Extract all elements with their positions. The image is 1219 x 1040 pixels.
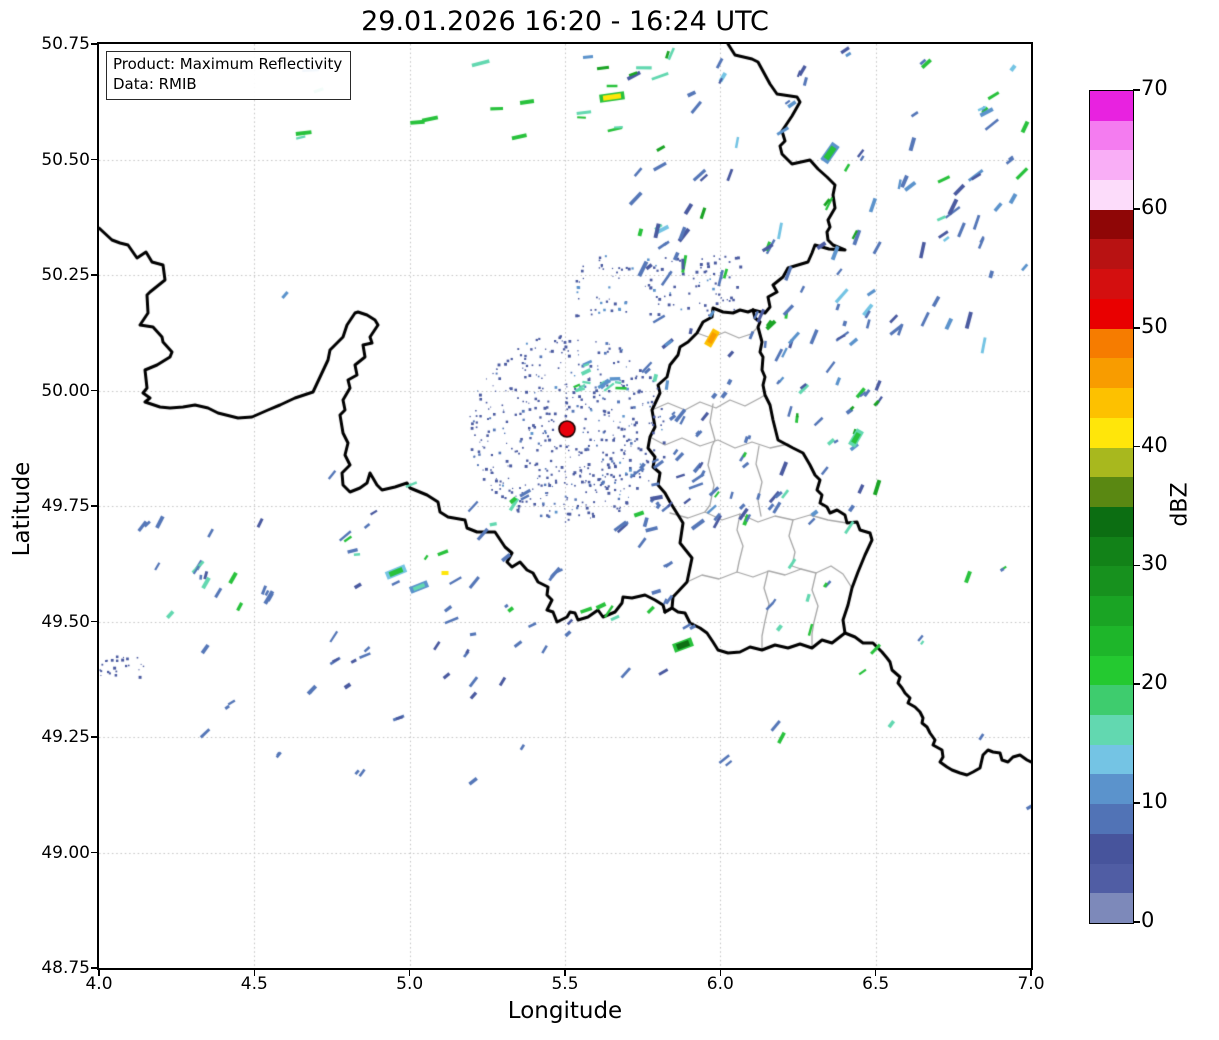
y-tick-mark [91, 43, 97, 45]
y-tick-mark [91, 620, 97, 623]
colorbar-band [1090, 150, 1133, 181]
colorbar-band [1090, 744, 1133, 775]
colorbar-tick-mark [1133, 208, 1140, 210]
colorbar-band [1090, 506, 1133, 537]
colorbar-tick-label: 10 [1141, 789, 1168, 814]
x-tick-label: 5.5 [551, 974, 579, 994]
colorbar-band [1090, 477, 1133, 507]
colorbar-band [1090, 328, 1133, 359]
x-axis-label: Longitude [507, 998, 623, 1024]
x-tick-mark [253, 970, 256, 976]
map-canvas [99, 44, 1031, 968]
colorbar-tick-label: 50 [1141, 313, 1168, 338]
colorbar-band [1090, 655, 1133, 686]
y-tick-mark [91, 736, 97, 738]
colorbar-band [1090, 358, 1133, 389]
colorbar-tick-label: 60 [1141, 194, 1168, 219]
info-data-line: Data: RMIB [113, 75, 197, 94]
colorbar-tick-mark [1133, 89, 1140, 91]
y-tick-label: 49.50 [41, 611, 90, 632]
x-tick-label: 6.5 [862, 974, 890, 994]
x-tick-label: 4.5 [240, 974, 268, 994]
y-tick-label: 49.00 [41, 842, 90, 863]
colorbar-tick-label: 40 [1141, 432, 1168, 457]
colorbar-axis-label: dBZ [1167, 482, 1193, 527]
x-tick-mark [408, 970, 411, 976]
colorbar-tick-mark [1133, 921, 1140, 923]
colorbar-tick-mark [1133, 326, 1140, 329]
chart-title: 29.01.2026 16:20 - 16:24 UTC [361, 6, 769, 37]
colorbar-band [1090, 625, 1133, 656]
y-tick-mark [91, 967, 97, 969]
colorbar-tick-label: 70 [1141, 76, 1168, 100]
colorbar-band [1090, 833, 1133, 864]
y-tick-mark [91, 389, 97, 392]
colorbar-band [1090, 180, 1133, 210]
map-plot-area [97, 42, 1033, 970]
info-product-line: Product: Maximum Reflectivity [113, 55, 343, 73]
x-tick-mark [98, 970, 100, 976]
y-tick-mark [91, 505, 97, 507]
y-tick-mark [91, 851, 97, 854]
colorbar-tick-label: 0 [1141, 908, 1155, 932]
x-tick-label: 7.0 [1017, 974, 1045, 994]
y-tick-label: 48.75 [41, 958, 90, 978]
colorbar-band [1090, 774, 1133, 805]
y-tick-label: 50.00 [41, 380, 90, 401]
colorbar-band [1090, 120, 1133, 151]
x-tick-label: 6.0 [706, 974, 734, 994]
colorbar-band [1090, 90, 1133, 121]
x-tick-mark [719, 970, 722, 976]
y-tick-label: 49.25 [41, 727, 90, 747]
colorbar-band [1090, 269, 1133, 299]
colorbar-band [1090, 714, 1133, 745]
colorbar-band [1090, 388, 1133, 418]
colorbar-band [1090, 209, 1133, 240]
x-tick-mark [874, 970, 877, 976]
x-tick-label: 5.0 [396, 974, 424, 994]
colorbar-band [1090, 447, 1133, 478]
colorbar-band [1090, 536, 1133, 567]
colorbar-tick-label: 20 [1141, 670, 1168, 695]
info-box: Product: Maximum Reflectivity Data: RMIB [106, 51, 352, 100]
x-tick-mark [564, 970, 566, 976]
colorbar-tick-mark [1133, 802, 1140, 804]
y-tick-mark [91, 274, 97, 276]
y-tick-label: 49.75 [41, 496, 90, 516]
colorbar-band [1090, 298, 1133, 329]
colorbar-band [1090, 804, 1133, 834]
colorbar-band [1090, 596, 1133, 626]
colorbar-tick-mark [1133, 445, 1140, 448]
colorbar [1089, 90, 1134, 924]
colorbar-band [1090, 685, 1133, 715]
y-tick-label: 50.25 [41, 265, 90, 285]
colorbar-tick-label: 30 [1141, 551, 1168, 576]
colorbar-tick-mark [1133, 564, 1140, 567]
y-tick-mark [91, 158, 97, 161]
radar-figure: 29.01.2026 16:20 - 16:24 UTC Product: Ma… [0, 0, 1219, 1040]
colorbar-band [1090, 417, 1133, 448]
colorbar-tick-mark [1133, 683, 1140, 686]
colorbar-band [1090, 863, 1133, 894]
colorbar-band [1090, 566, 1133, 597]
colorbar-band [1090, 893, 1133, 923]
y-tick-label: 50.75 [41, 34, 90, 54]
x-tick-mark [1030, 970, 1032, 976]
y-tick-label: 50.50 [41, 149, 90, 170]
colorbar-band [1090, 239, 1133, 270]
